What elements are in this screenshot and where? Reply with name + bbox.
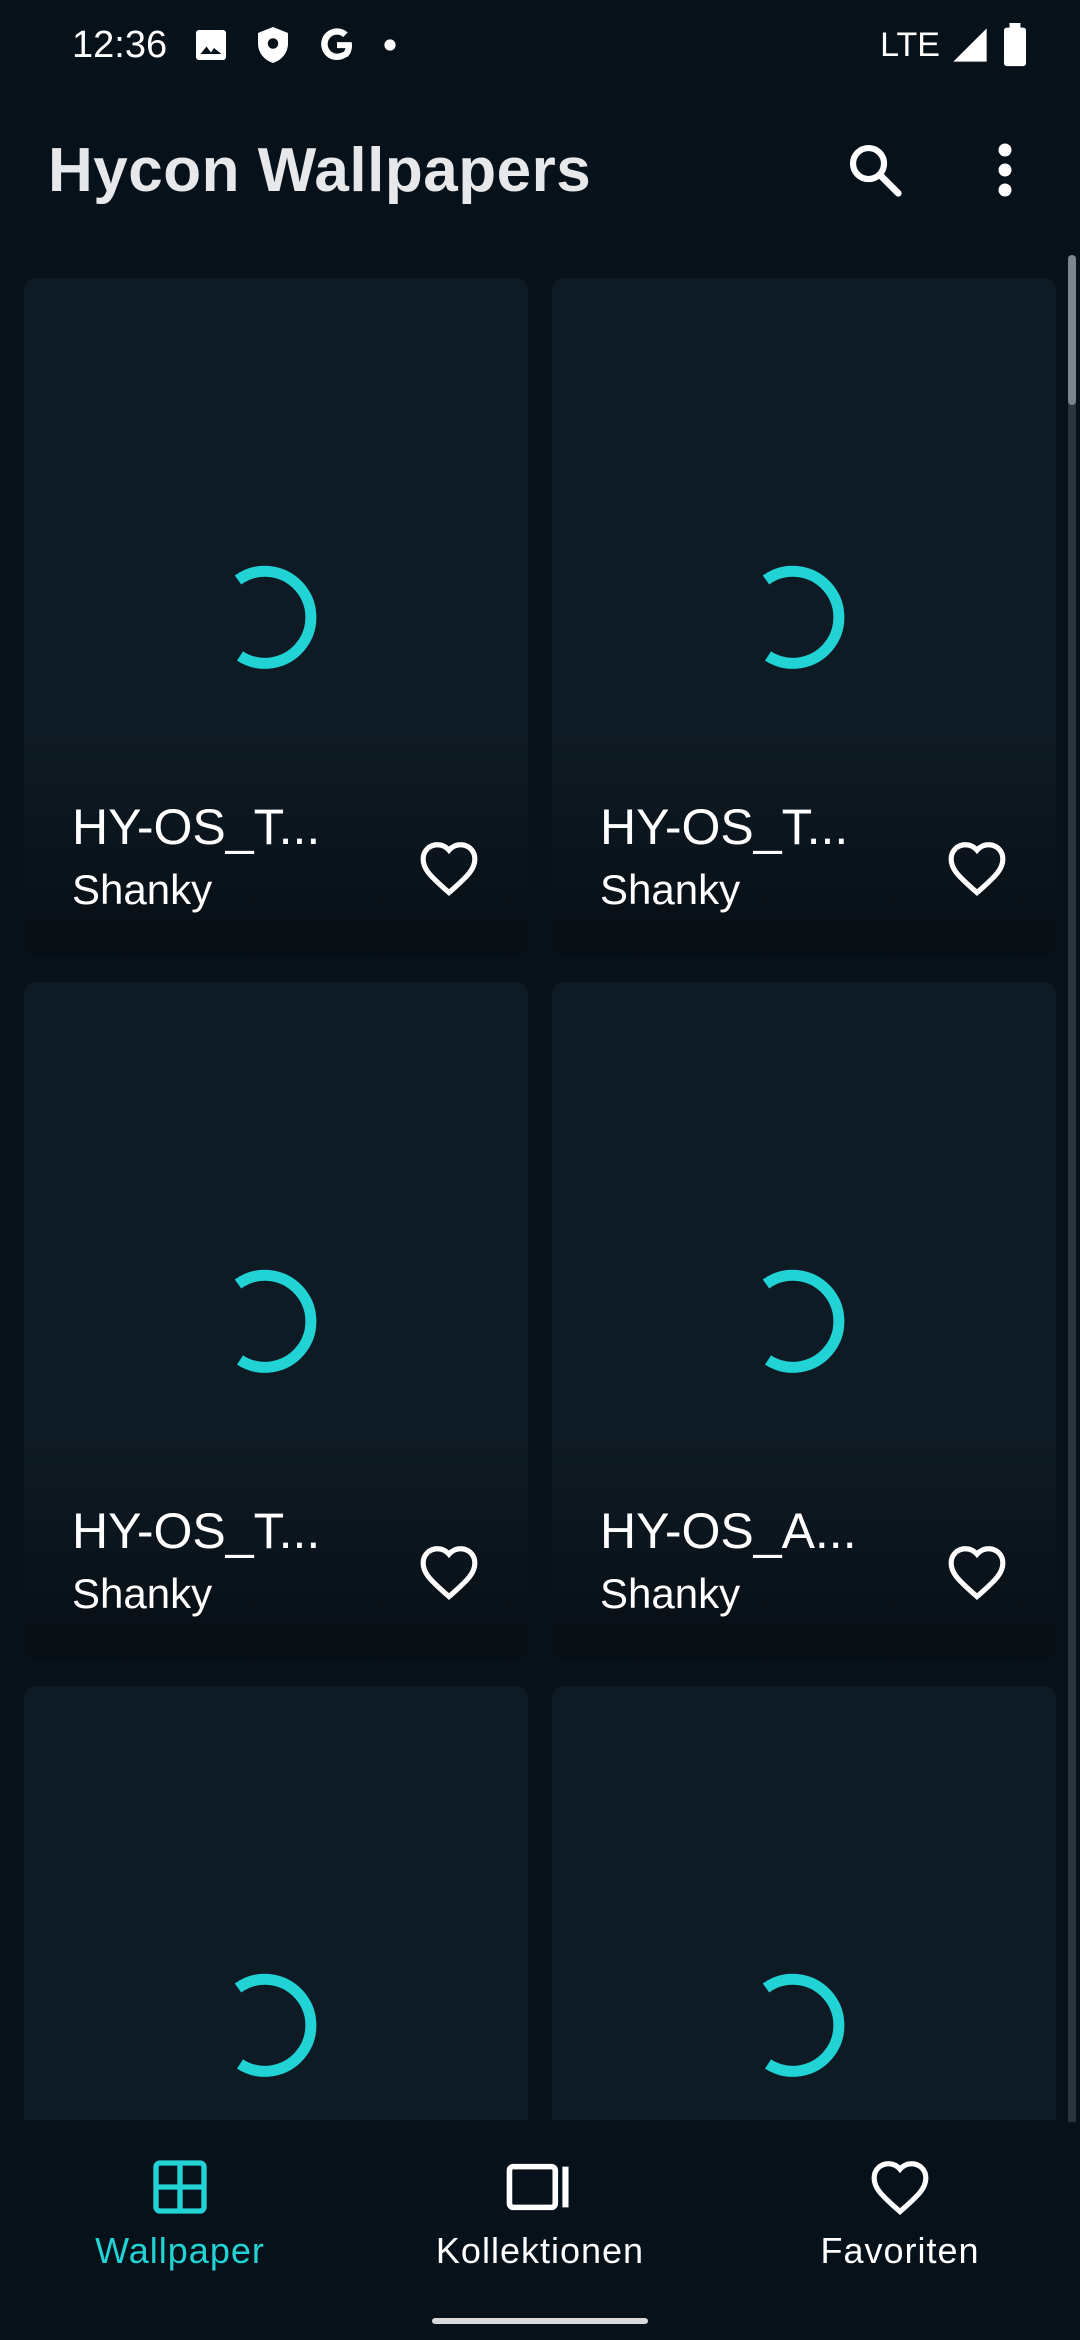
wallpaper-author: Shanky (600, 1570, 741, 1617)
google-icon (317, 25, 357, 65)
wallpaper-card[interactable]: HY-OS_T... Shanky (552, 278, 1056, 956)
wallpaper-author: Shanky (72, 866, 213, 913)
loading-spinner-icon (762, 1973, 845, 2077)
search-icon (849, 144, 902, 197)
nav-label-collections: Kollektionen (435, 2230, 645, 2271)
network-type: LTE (880, 25, 940, 64)
nav-label-wallpaper: Wallpaper (95, 2230, 265, 2271)
collections-icon (504, 2152, 576, 2222)
more-vert-icon (998, 143, 1012, 197)
loading-spinner-icon (762, 1269, 845, 1373)
heart-icon (420, 842, 478, 896)
scrollbar[interactable] (1068, 255, 1076, 2125)
battery-icon (1000, 23, 1030, 67)
wallpaper-title: HY-OS_T... (600, 799, 849, 855)
dot-icon (383, 38, 397, 52)
loading-spinner-icon (762, 565, 845, 669)
wallpaper-card[interactable]: HY-OS_T... Shanky (24, 278, 528, 956)
app-title: Hycon Wallpapers (48, 135, 592, 205)
shield-icon (255, 25, 291, 65)
heart-icon (869, 2152, 931, 2222)
scrollbar-thumb[interactable] (1068, 255, 1076, 405)
grid-icon (148, 2152, 212, 2222)
heart-icon (948, 842, 1006, 896)
wallpaper-grid: HY-OS_T... Shanky HY-OS_T... Shanky HY-O… (0, 250, 1080, 2120)
favorite-button[interactable] (399, 1522, 499, 1622)
status-time: 12:36 (72, 23, 168, 66)
heart-icon (948, 1546, 1006, 1600)
image-icon (193, 27, 229, 63)
home-indicator[interactable] (432, 2318, 648, 2324)
loading-spinner-icon (234, 565, 317, 669)
wallpaper-author: Shanky (72, 1570, 213, 1617)
loading-spinner-icon (234, 1269, 317, 1373)
more-options-button[interactable] (960, 125, 1050, 215)
wallpaper-card[interactable] (24, 1686, 528, 2120)
nav-label-favorites: Favoriten (820, 2230, 980, 2271)
wallpaper-author: Shanky (600, 866, 741, 913)
status-bar: 12:36 LTE (0, 0, 1080, 90)
favorite-button[interactable] (927, 1522, 1027, 1622)
app-bar: Hycon Wallpapers (0, 90, 1080, 250)
wallpaper-card[interactable] (552, 1686, 1056, 2120)
wallpaper-card[interactable]: HY-OS_T... Shanky (24, 982, 528, 1660)
heart-icon (420, 1546, 478, 1600)
signal-icon (950, 25, 990, 65)
loading-spinner-icon (234, 1973, 317, 2077)
nav-item-wallpaper[interactable]: Wallpaper (0, 2122, 360, 2282)
nav-item-favorites[interactable]: Favoriten (720, 2122, 1080, 2282)
favorite-button[interactable] (927, 818, 1027, 918)
nav-item-collections[interactable]: Kollektionen (360, 2122, 720, 2282)
wallpaper-card[interactable]: HY-OS_A... Shanky (552, 982, 1056, 1660)
app-actions (830, 125, 1050, 215)
favorite-button[interactable] (399, 818, 499, 918)
status-left: 12:36 (72, 24, 397, 67)
wallpaper-title: HY-OS_T... (72, 1503, 321, 1559)
search-button[interactable] (830, 125, 920, 215)
bottom-navigation: Wallpaper Kollektionen Favoriten (0, 2122, 1080, 2340)
status-right: LTE (880, 23, 1030, 67)
wallpaper-title: HY-OS_A... (600, 1503, 857, 1559)
wallpaper-title: HY-OS_T... (72, 799, 321, 855)
